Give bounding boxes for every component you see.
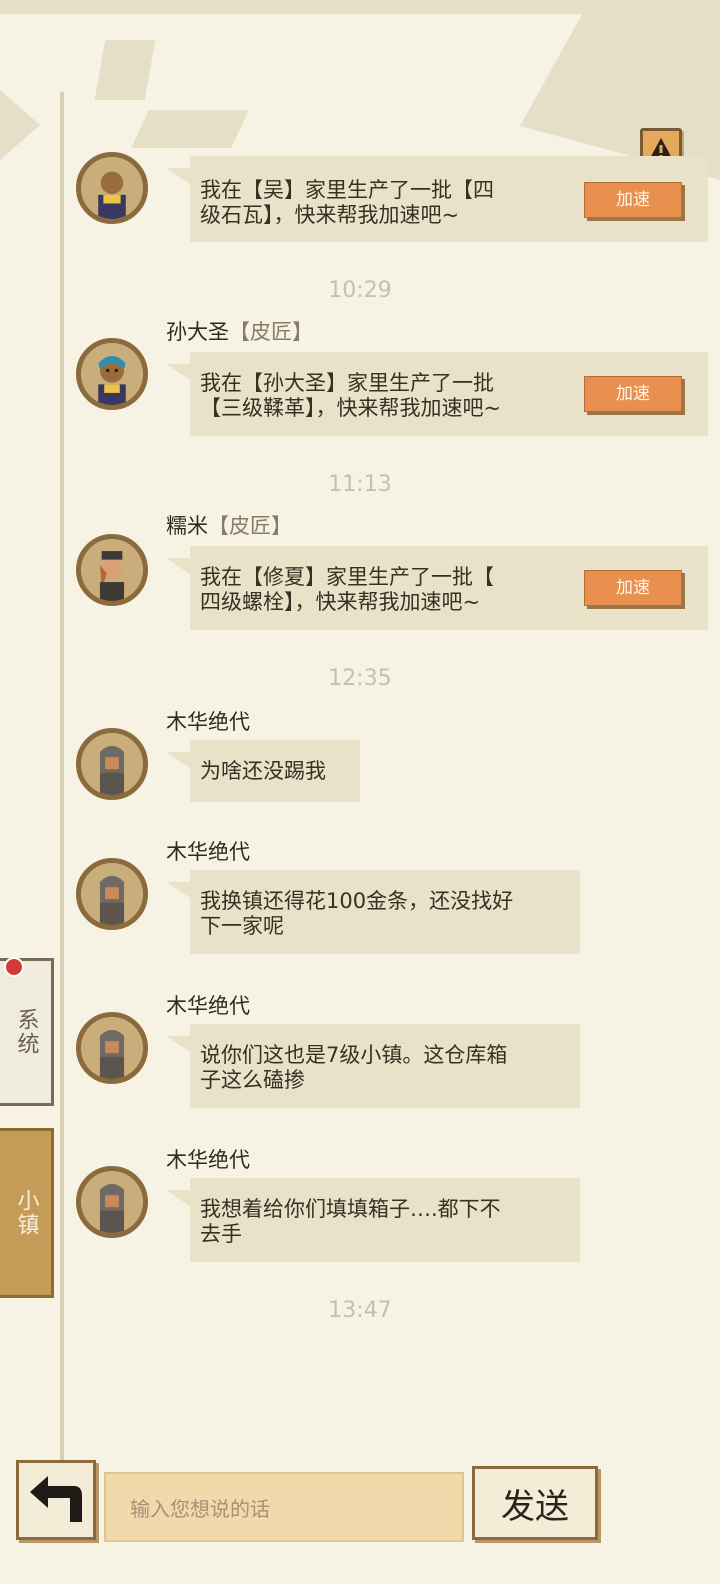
chat-message: 说你们这也是7级小镇。这仓库箱 子这么磕掺 xyxy=(166,1024,580,1108)
timestamp: 10:29 xyxy=(328,278,392,303)
timestamp: 11:13 xyxy=(328,472,392,497)
timestamp: 13:47 xyxy=(328,1298,392,1323)
sender-nickname: 孙大圣 xyxy=(166,320,229,344)
back-arrow-icon xyxy=(30,1476,82,1522)
avatar[interactable] xyxy=(76,1012,148,1084)
sender-role: 【皮匠】 xyxy=(208,514,292,538)
message-text: 我换镇还得花100金条，还没找好 下一家呢 xyxy=(200,889,514,938)
back-button[interactable] xyxy=(16,1460,96,1540)
chat-message: 我在【吴】家里生产了一批【四 级石瓦】，快来帮我加速吧~ 加速 xyxy=(166,156,708,242)
send-button[interactable]: 发送 xyxy=(472,1466,598,1540)
message-input[interactable]: 输入您想说的话 xyxy=(104,1472,464,1542)
avatar[interactable] xyxy=(76,858,148,930)
notification-dot xyxy=(4,957,24,977)
chat-list[interactable]: 我在【吴】家里生产了一批【四 级石瓦】，快来帮我加速吧~ 加速 10:29 孙大… xyxy=(0,0,720,1450)
sender-name: 糯米【皮匠】 xyxy=(166,510,292,540)
chat-message: 我在【修夏】家里生产了一批【 四级螺栓】，快来帮我加速吧~ 加速 xyxy=(166,546,708,630)
sender-role: 【皮匠】 xyxy=(229,320,313,344)
sender-name: 木华绝代 xyxy=(166,994,250,1018)
timestamp: 12:35 xyxy=(328,666,392,691)
tab-town[interactable]: 小镇 xyxy=(0,1128,54,1298)
chat-message: 我在【孙大圣】家里生产了一批 【三级鞣革】，快来帮我加速吧~ 加速 xyxy=(166,352,708,436)
avatar[interactable] xyxy=(76,728,148,800)
message-text: 为啥还没踢我 xyxy=(200,759,326,783)
avatar[interactable] xyxy=(76,1166,148,1238)
input-placeholder: 输入您想说的话 xyxy=(130,1496,270,1521)
tab-system[interactable]: 系统 xyxy=(0,957,54,1106)
chat-message: 为啥还没踢我 xyxy=(166,740,360,802)
tab-town-label: 小镇 xyxy=(13,1189,39,1237)
bottom-bar: 输入您想说的话 发送 xyxy=(0,1452,720,1584)
avatar[interactable] xyxy=(76,534,148,606)
speed-up-button[interactable]: 加速 xyxy=(584,570,682,606)
chat-message: 我想着给你们填填箱子….都下不 去手 xyxy=(166,1178,580,1262)
sender-name: 木华绝代 xyxy=(166,710,250,734)
message-text: 我想着给你们填填箱子….都下不 去手 xyxy=(200,1197,501,1246)
sender-nickname: 糯米 xyxy=(166,514,208,538)
avatar[interactable] xyxy=(76,338,148,410)
message-text: 说你们这也是7级小镇。这仓库箱 子这么磕掺 xyxy=(200,1043,508,1092)
chat-message: 我换镇还得花100金条，还没找好 下一家呢 xyxy=(166,870,580,954)
speed-up-button[interactable]: 加速 xyxy=(584,182,682,218)
sender-name: 孙大圣【皮匠】 xyxy=(166,316,313,346)
avatar[interactable] xyxy=(76,152,148,224)
sender-name: 木华绝代 xyxy=(166,840,250,864)
tab-system-label: 系统 xyxy=(13,1008,39,1056)
speed-up-button[interactable]: 加速 xyxy=(584,376,682,412)
sender-name: 木华绝代 xyxy=(166,1148,250,1172)
